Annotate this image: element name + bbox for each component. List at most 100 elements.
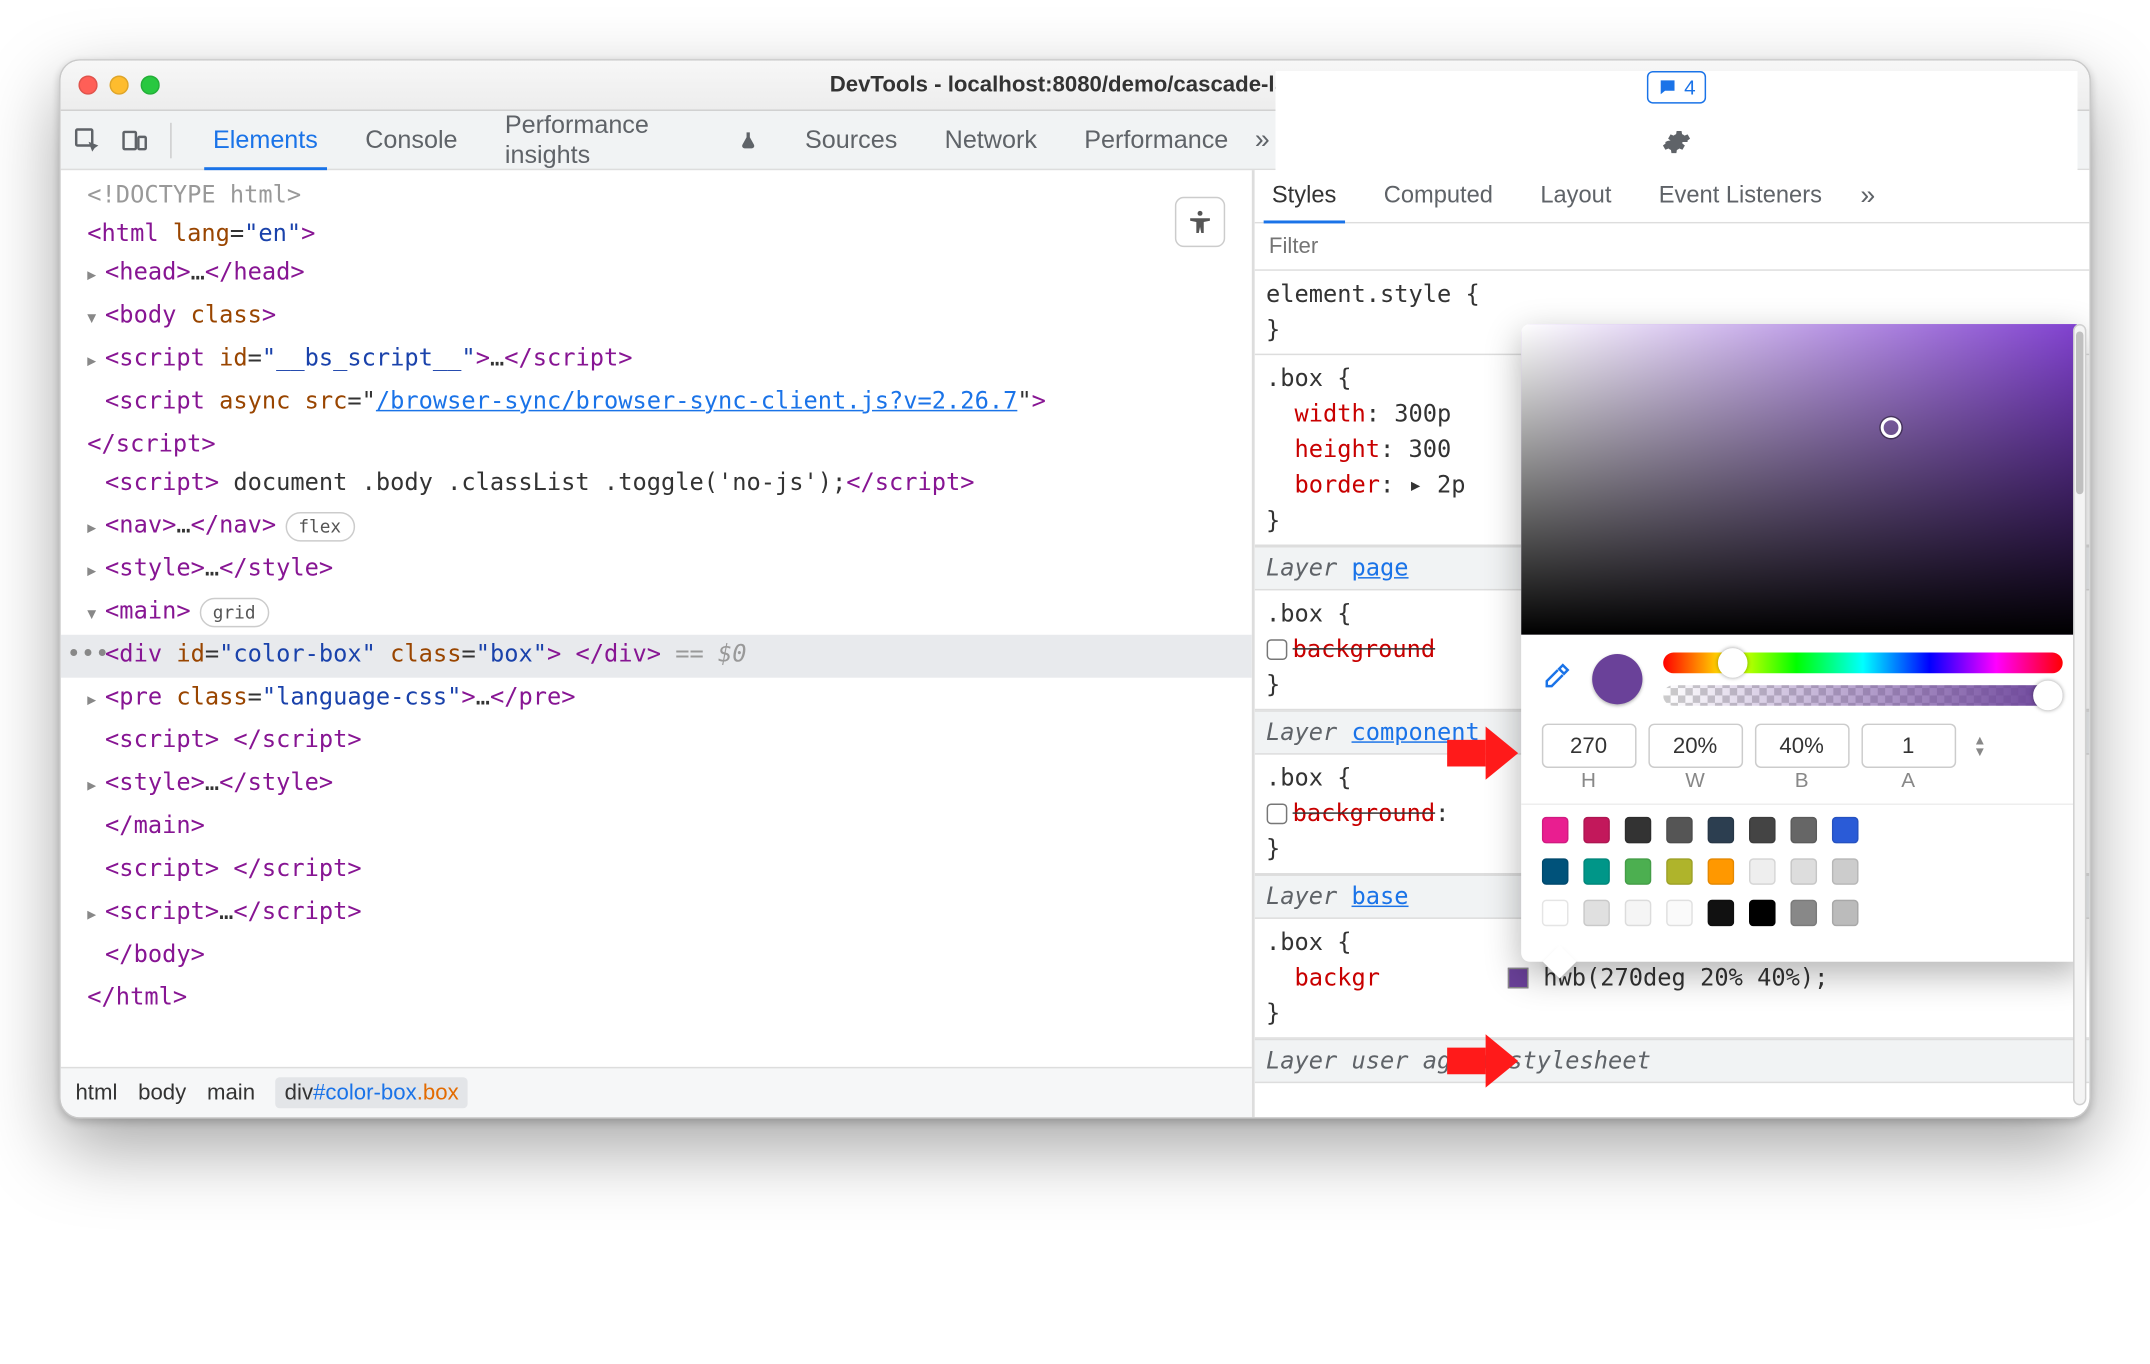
dom-line[interactable]: <head>…</head>	[61, 253, 1252, 296]
dom-line[interactable]: <main>grid	[61, 592, 1252, 635]
dom-selected-element[interactable]: ••• <div id="color-box" class="box"> </d…	[61, 635, 1252, 678]
vertical-scrollbar[interactable]	[2073, 324, 2086, 1105]
alpha-thumb-icon[interactable]	[2032, 681, 2062, 711]
swatch-item[interactable]	[1665, 817, 1692, 844]
swatch-item[interactable]	[1748, 858, 1775, 885]
swatch-item[interactable]	[1624, 900, 1651, 927]
dom-line[interactable]: <script> </script>	[61, 849, 1252, 892]
swatch-item[interactable]	[1790, 900, 1817, 927]
color-picker-popover: ▲▼ H W B A	[1520, 324, 2082, 962]
hue-slider[interactable]	[1663, 653, 2063, 674]
crumb[interactable]: html	[75, 1080, 117, 1105]
settings-gear-icon[interactable]	[1662, 127, 1692, 157]
swatch-item[interactable]	[1831, 858, 1858, 885]
swatch-item[interactable]	[1583, 900, 1610, 927]
swatch-item[interactable]	[1541, 817, 1568, 844]
tab-network[interactable]: Network	[924, 111, 1058, 169]
crumb[interactable]: body	[138, 1080, 186, 1105]
styles-tabs: Styles Computed Layout Event Listeners »	[1254, 170, 2089, 223]
layer-header-ua[interactable]: Layer user agent stylesheet	[1254, 1039, 2089, 1083]
b-label: B	[1754, 768, 1849, 792]
color-field[interactable]	[1520, 324, 2082, 635]
w-input[interactable]	[1648, 724, 1743, 768]
toggle-declaration-checkbox[interactable]	[1266, 639, 1287, 660]
annotation-arrow-icon	[1446, 1034, 1517, 1087]
inspect-element-icon[interactable]	[73, 125, 103, 155]
swatch-item[interactable]	[1707, 900, 1734, 927]
gutter-dots-icon[interactable]: •••	[67, 635, 110, 673]
scrollbar-thumb-icon[interactable]	[2076, 331, 2083, 494]
eyedropper-icon[interactable]	[1541, 661, 1571, 698]
swatch-item[interactable]	[1790, 858, 1817, 885]
dom-line[interactable]: </body>	[61, 935, 1252, 978]
swatch-item[interactable]	[1831, 900, 1858, 927]
dom-tree[interactable]: <!DOCTYPE html> <html lang="en"> <head>……	[61, 170, 1252, 1067]
w-label: W	[1648, 768, 1743, 792]
tab-performance[interactable]: Performance	[1064, 111, 1249, 169]
color-swatch-icon[interactable]	[1508, 968, 1529, 989]
dom-line[interactable]: <style>…</style>	[61, 549, 1252, 592]
dom-line[interactable]: <html lang="en">	[61, 215, 1252, 253]
tab-sources[interactable]: Sources	[784, 111, 918, 169]
hue-thumb-icon[interactable]	[1718, 648, 1748, 678]
device-toggle-icon[interactable]	[120, 125, 150, 155]
styles-tab-layout[interactable]: Layout	[1531, 170, 1620, 222]
tab-elements[interactable]: Elements	[192, 111, 338, 169]
more-styles-tabs-icon[interactable]: »	[1860, 181, 1875, 212]
crumb-selected[interactable]: div#color-box.box	[276, 1077, 468, 1108]
swatch-item[interactable]	[1831, 817, 1858, 844]
accessibility-tree-icon[interactable]	[1174, 197, 1224, 247]
main-toolbar: Elements Console Performance insights So…	[61, 111, 2090, 170]
swatch-palette	[1520, 803, 2082, 961]
devtools-window: DevTools - localhost:8080/demo/cascade-l…	[59, 59, 2091, 1118]
styles-filter-row	[1254, 223, 2089, 270]
dom-line[interactable]: <!DOCTYPE html>	[61, 176, 1252, 214]
swatch-item[interactable]	[1665, 900, 1692, 927]
swatch-item[interactable]	[1707, 817, 1734, 844]
alpha-slider[interactable]	[1663, 685, 2063, 706]
swatch-item[interactable]	[1624, 858, 1651, 885]
swatch-item[interactable]	[1583, 817, 1610, 844]
styles-tab-computed[interactable]: Computed	[1375, 170, 1502, 222]
dom-breadcrumb: html body main div#color-box.box	[61, 1067, 1252, 1117]
swatch-item[interactable]	[1748, 900, 1775, 927]
dom-line[interactable]: <body class>	[61, 296, 1252, 339]
swatch-item[interactable]	[1707, 858, 1734, 885]
dom-line[interactable]: <nav>…</nav>flex	[61, 506, 1252, 549]
tab-console[interactable]: Console	[345, 111, 479, 169]
swatch-item[interactable]	[1541, 900, 1568, 927]
swatch-item[interactable]	[1665, 858, 1692, 885]
content-split: <!DOCTYPE html> <html lang="en"> <head>……	[61, 170, 2090, 1117]
dom-line[interactable]: </main>	[61, 806, 1252, 849]
dom-line[interactable]: <pre class="language-css">…</pre>	[61, 678, 1252, 721]
styles-filter-input[interactable]	[1266, 232, 2078, 260]
annotation-arrow-icon	[1446, 727, 1517, 780]
dom-line[interactable]: <script>…</script>	[61, 892, 1252, 935]
swatch-item[interactable]	[1790, 817, 1817, 844]
toggle-declaration-checkbox[interactable]	[1266, 803, 1287, 824]
dom-line[interactable]: </html>	[61, 978, 1252, 1016]
swatch-item[interactable]	[1748, 817, 1775, 844]
b-input[interactable]	[1754, 724, 1849, 768]
swatch-item[interactable]	[1541, 858, 1568, 885]
h-input[interactable]	[1541, 724, 1636, 768]
console-messages-badge[interactable]: 4	[1647, 70, 1706, 103]
elements-panel: <!DOCTYPE html> <html lang="en"> <head>……	[61, 170, 1254, 1117]
color-mode-toggle-icon[interactable]: ▲▼	[1973, 734, 1986, 758]
styles-tab-event-listeners[interactable]: Event Listeners	[1650, 170, 1831, 222]
swatch-item[interactable]	[1583, 858, 1610, 885]
color-field-thumb-icon[interactable]	[1880, 417, 1901, 438]
more-tabs-icon[interactable]: »	[1255, 124, 1270, 155]
styles-tab-styles[interactable]: Styles	[1263, 170, 1345, 222]
dom-line[interactable]: <script async src="/browser-sync/browser…	[61, 382, 1252, 463]
a-input[interactable]	[1861, 724, 1956, 768]
dom-line[interactable]: <script id="__bs_script__">…</script>	[61, 339, 1252, 382]
dom-line[interactable]: <style>…</style>	[61, 764, 1252, 807]
dom-line[interactable]: <script> document .body .classList .togg…	[61, 463, 1252, 506]
styles-panel: Styles Computed Layout Event Listeners »…	[1254, 170, 2089, 1117]
swatch-item[interactable]	[1624, 817, 1651, 844]
crumb[interactable]: main	[207, 1080, 255, 1105]
dom-line[interactable]: <script> </script>	[61, 721, 1252, 764]
tab-performance-insights[interactable]: Performance insights	[484, 111, 778, 169]
h-label: H	[1541, 768, 1636, 792]
